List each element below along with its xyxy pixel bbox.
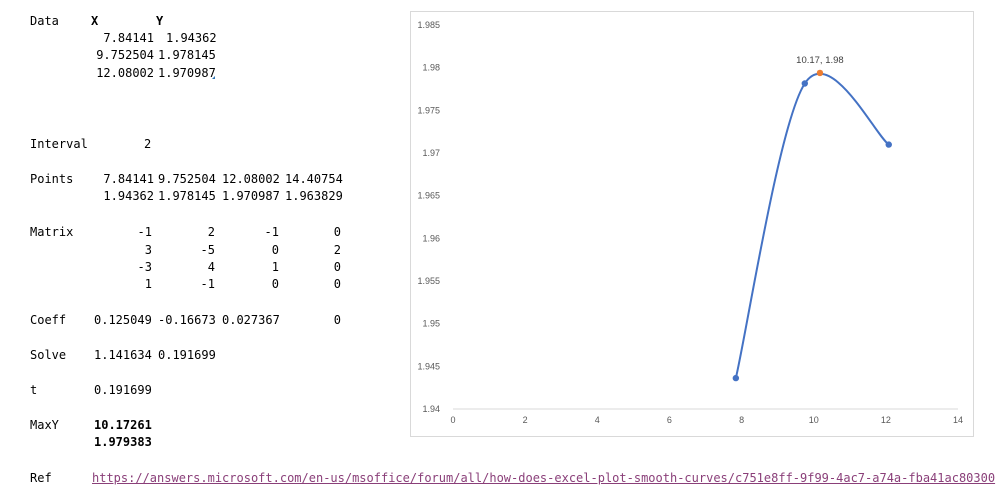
coeff-cell[interactable]: 0 <box>289 313 341 327</box>
chart-plot-area: 1.94 1.945 1.95 1.955 1.96 1.965 1.97 1.975 1.98… <box>417 20 963 425</box>
matrix-cell[interactable]: 0 <box>227 277 279 291</box>
matrix-cell[interactable]: 2 <box>163 225 215 239</box>
matrix-cell[interactable]: 0 <box>289 225 341 239</box>
data-x-cell[interactable]: 7.84141 <box>90 31 154 45</box>
y-tick-label: 1.96 <box>422 233 440 243</box>
y-tick-label: 1.975 <box>417 105 440 115</box>
y-tick-label: 1.95 <box>422 319 440 329</box>
matrix-cell[interactable]: -1 <box>163 277 215 291</box>
data-label: Data <box>30 14 59 28</box>
data-x-cell[interactable]: 12.08002 <box>90 66 154 80</box>
t-label: t <box>30 383 38 397</box>
matrix-cell[interactable]: -1 <box>100 225 152 239</box>
y-header: Y <box>156 14 164 28</box>
solve-cell[interactable]: 1.141634 <box>94 348 152 362</box>
fill-handle[interactable] <box>212 76 215 79</box>
matrix-label: Matrix <box>30 225 74 239</box>
matrix-cell[interactable]: 0 <box>289 277 341 291</box>
points-cell[interactable]: 1.94362 <box>90 189 154 203</box>
y-tick-label: 1.94 <box>422 404 440 414</box>
interval-label: Interval <box>30 137 88 151</box>
points-cell[interactable]: 7.84141 <box>90 172 154 186</box>
points-label: Points <box>30 172 74 186</box>
x-tick-label: 12 <box>881 415 891 425</box>
points-cell[interactable]: 12.08002 <box>222 172 280 186</box>
data-x-cell[interactable]: 9.752504 <box>90 48 154 62</box>
maxy-x-value[interactable]: 10.17261 <box>94 418 152 432</box>
x-header: X <box>91 14 99 28</box>
x-tick-label: 2 <box>523 415 528 425</box>
reference-link[interactable]: https://answers.microsoft.com/en-us/msof… <box>92 471 995 485</box>
matrix-cell[interactable]: 0 <box>289 260 341 274</box>
points-cell[interactable]: 1.978145 <box>158 189 216 203</box>
coeff-cell[interactable]: -0.16673 <box>158 313 216 327</box>
matrix-cell[interactable]: 4 <box>163 260 215 274</box>
coeff-cell[interactable]: 0.125049 <box>94 313 152 327</box>
interval-value[interactable]: 2 <box>144 137 151 151</box>
y-tick-label: 1.97 <box>422 148 440 158</box>
matrix-cell[interactable]: -1 <box>227 225 279 239</box>
y-tick-label: 1.965 <box>417 191 440 201</box>
scatter-chart[interactable]: 1.94 1.945 1.95 1.955 1.96 1.965 1.97 1.975 1.98… <box>410 11 974 437</box>
matrix-cell[interactable]: 3 <box>100 243 152 257</box>
points-cell[interactable]: 9.752504 <box>158 172 216 186</box>
y-tick-label: 1.98 <box>422 63 440 73</box>
data-y-cell[interactable]: 1.978145 <box>158 48 216 62</box>
ref-label: Ref <box>30 471 52 485</box>
x-tick-label: 14 <box>953 415 963 425</box>
coeff-label: Coeff <box>30 313 67 327</box>
data-point <box>885 141 892 148</box>
points-cell[interactable]: 1.963829 <box>285 189 343 203</box>
x-tick-label: 0 <box>450 415 455 425</box>
x-tick-label: 4 <box>595 415 600 425</box>
data-y-cell[interactable]: 1.94362 <box>166 31 217 45</box>
matrix-cell[interactable]: 1 <box>100 277 152 291</box>
x-tick-label: 8 <box>739 415 744 425</box>
data-point <box>801 80 808 87</box>
matrix-cell[interactable]: 0 <box>227 243 279 257</box>
coeff-cell[interactable]: 0.027367 <box>222 313 280 327</box>
y-tick-label: 1.945 <box>417 361 440 371</box>
points-cell[interactable]: 1.970987 <box>222 189 280 203</box>
data-y-cell[interactable]: 1.970987 <box>158 66 216 80</box>
data-point <box>732 374 740 382</box>
max-point <box>816 69 824 77</box>
max-point-label: 10.17, 1.98 <box>796 55 844 66</box>
x-tick-label: 10 <box>809 415 819 425</box>
solve-cell[interactable]: 0.191699 <box>158 348 216 362</box>
matrix-cell[interactable]: 1 <box>227 260 279 274</box>
maxy-label: MaxY <box>30 418 59 432</box>
maxy-y-value[interactable]: 1.979383 <box>94 435 152 449</box>
x-tick-label: 6 <box>667 415 672 425</box>
matrix-cell[interactable]: -5 <box>163 243 215 257</box>
y-tick-label: 1.985 <box>417 20 440 30</box>
matrix-cell[interactable]: -3 <box>100 260 152 274</box>
points-cell[interactable]: 14.40754 <box>285 172 343 186</box>
solve-label: Solve <box>30 348 67 362</box>
y-tick-label: 1.955 <box>417 276 440 286</box>
t-value[interactable]: 0.191699 <box>94 383 152 397</box>
series-line <box>734 72 890 379</box>
matrix-cell[interactable]: 2 <box>289 243 341 257</box>
